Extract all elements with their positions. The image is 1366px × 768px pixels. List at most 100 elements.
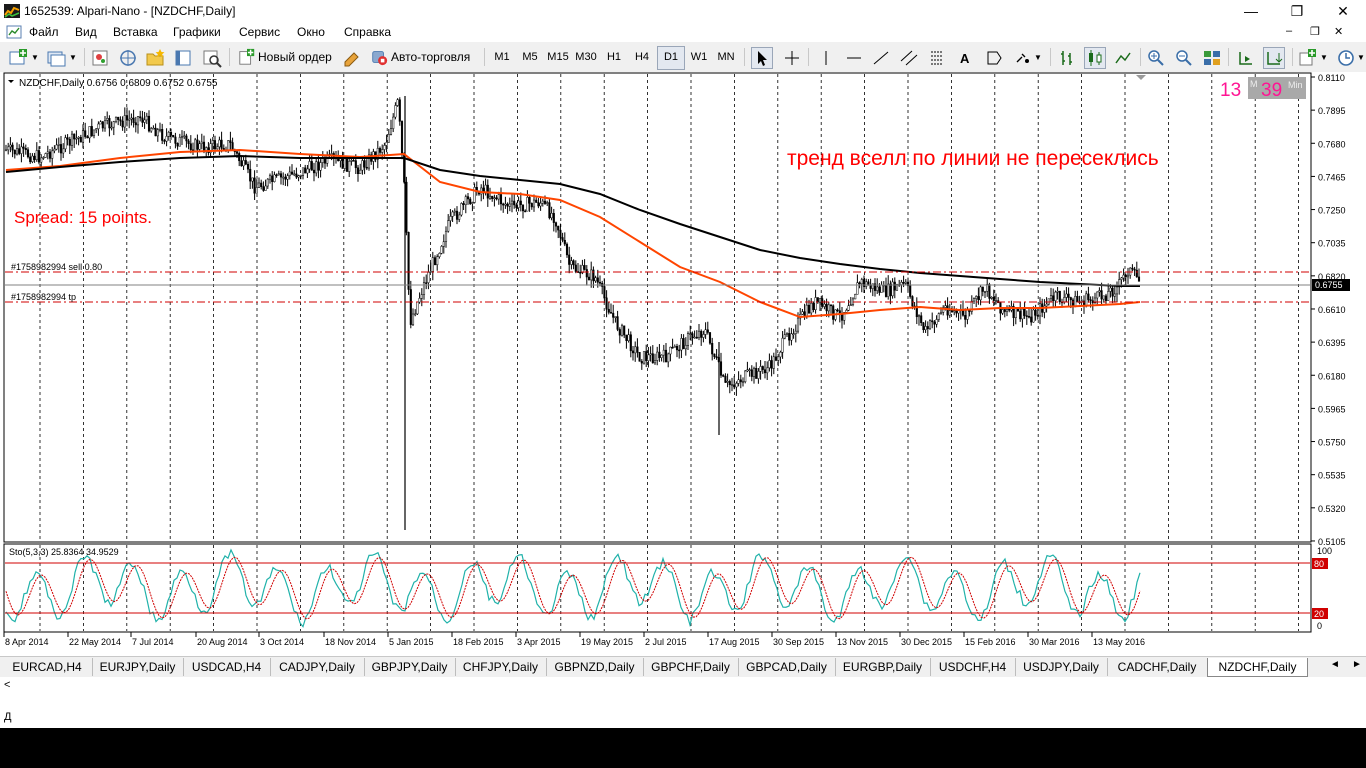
menu-tools[interactable]: Сервис xyxy=(239,25,280,39)
candlestick-chart-icon[interactable] xyxy=(1084,47,1106,69)
label-tool-icon[interactable] xyxy=(984,48,1004,68)
tab-eurjpy-daily[interactable]: EURJPY,Daily xyxy=(92,658,184,676)
tab-gbpcad-daily[interactable]: GBPCAD,Daily xyxy=(738,658,836,676)
market-watch-icon[interactable] xyxy=(90,48,110,68)
candle-body xyxy=(554,222,558,227)
tab-gbpchf-daily[interactable]: GBPCHF,Daily xyxy=(643,658,739,676)
terminal-icon[interactable] xyxy=(173,48,193,68)
dropdown-arrow-icon[interactable]: ▼ xyxy=(69,53,77,62)
cursor-icon[interactable] xyxy=(751,47,773,69)
candle-body xyxy=(893,281,896,291)
candle-body xyxy=(139,116,142,119)
mdi-restore-icon[interactable]: ❐ xyxy=(1310,25,1320,38)
timeframe-h4[interactable]: H4 xyxy=(629,46,655,68)
autotrading-button[interactable]: Авто-торговля xyxy=(368,46,478,68)
close-button[interactable]: ✕ xyxy=(1320,0,1366,22)
candle-body xyxy=(733,384,736,388)
profiles-icon[interactable] xyxy=(46,48,66,68)
candle-body xyxy=(994,300,998,302)
timeframe-m5[interactable]: M5 xyxy=(517,46,543,68)
metaeditor-icon[interactable] xyxy=(342,48,362,68)
candle-body xyxy=(220,139,223,149)
zoom-out-icon[interactable] xyxy=(1174,48,1194,68)
candle-body xyxy=(816,297,819,303)
price-chart[interactable]: #1758982994 sell 0.80 #1758982994 tp NZD… xyxy=(0,72,1366,656)
candle-body xyxy=(713,353,716,357)
tab-chfjpy-daily[interactable]: CHFJPY,Daily xyxy=(455,658,547,676)
trend-annotation: тренд вселл по линии не пересеклись xyxy=(787,147,1159,170)
candle-body xyxy=(449,216,452,221)
timeframe-mn[interactable]: MN xyxy=(713,46,739,68)
new-order-icon xyxy=(239,48,255,65)
candle-body xyxy=(634,346,637,354)
bar-chart-icon[interactable] xyxy=(1057,48,1077,68)
timeframe-d1[interactable]: D1 xyxy=(657,46,685,70)
menu-window[interactable]: Окно xyxy=(297,25,325,39)
candle-body xyxy=(1135,269,1138,278)
line-chart-icon[interactable] xyxy=(1113,48,1133,68)
text-tool-icon[interactable]: A xyxy=(960,51,969,66)
vertical-line-icon[interactable] xyxy=(816,48,836,68)
candle-body xyxy=(766,367,769,374)
tab-gbpnzd-daily[interactable]: GBPNZD,Daily xyxy=(546,658,644,676)
menu-file[interactable]: Файл xyxy=(29,25,59,39)
tab-usdjpy-daily[interactable]: USDJPY,Daily xyxy=(1015,658,1108,676)
tab-cadchf-daily[interactable]: CADCHF,Daily xyxy=(1107,658,1208,676)
zoom-in-icon[interactable] xyxy=(1146,48,1166,68)
dropdown-arrow-icon[interactable]: ▼ xyxy=(1034,53,1042,62)
favorites-folder-icon[interactable] xyxy=(145,48,165,68)
terminal-collapse-icon[interactable]: < xyxy=(4,679,10,691)
candle-body xyxy=(605,297,608,310)
timeframe-m30[interactable]: M30 xyxy=(573,46,599,68)
candle-body xyxy=(176,143,179,147)
mdi-close-icon[interactable]: ✕ xyxy=(1334,25,1343,38)
candle-body xyxy=(64,137,67,150)
menu-charts[interactable]: Графики xyxy=(173,25,221,39)
tab-eurgbp-daily[interactable]: EURGBP,Daily xyxy=(835,658,931,676)
trendline-icon[interactable] xyxy=(871,48,891,68)
candle-body xyxy=(1102,295,1105,300)
candle-body xyxy=(246,163,250,170)
timeframe-m1[interactable]: M1 xyxy=(489,46,515,68)
tab-scroll-left-icon[interactable]: ◄ xyxy=(1330,659,1340,670)
mdi-minimize-icon[interactable]: – xyxy=(1286,25,1292,37)
horizontal-line-icon[interactable] xyxy=(844,48,864,68)
autoscroll-icon[interactable] xyxy=(1263,47,1285,69)
chart-window-icon[interactable] xyxy=(6,25,22,39)
timeframe-w1[interactable]: W1 xyxy=(686,46,712,68)
navigator-icon[interactable] xyxy=(118,48,138,68)
indicators-icon[interactable] xyxy=(1298,48,1318,68)
equidistant-channel-icon[interactable] xyxy=(899,48,919,68)
chart-shift-icon[interactable] xyxy=(1236,48,1256,68)
tab-cadjpy-daily[interactable]: CADJPY,Daily xyxy=(270,658,365,676)
arrows-icon[interactable] xyxy=(1012,48,1032,68)
menu-help[interactable]: Справка xyxy=(344,25,391,39)
timeframe-m15[interactable]: M15 xyxy=(545,46,571,68)
timeframe-h1[interactable]: H1 xyxy=(601,46,627,68)
strategy-tester-icon[interactable] xyxy=(202,48,222,68)
candle-body xyxy=(647,354,650,362)
candle-body xyxy=(114,116,118,122)
crosshair-icon[interactable] xyxy=(782,48,802,68)
new-order-button[interactable]: Новый ордер xyxy=(236,46,336,68)
tab-usdcad-h4[interactable]: USDCAD,H4 xyxy=(183,658,271,676)
tab-gbpjpy-daily[interactable]: GBPJPY,Daily xyxy=(364,658,456,676)
toolbar-separator xyxy=(1228,48,1229,66)
periods-clock-icon[interactable] xyxy=(1336,48,1356,68)
tab-eurcad-h4[interactable]: EURCAD,H4 xyxy=(2,658,93,676)
candle-body xyxy=(451,211,454,217)
minimize-button[interactable]: — xyxy=(1228,0,1274,22)
chart-window[interactable]: #1758982994 sell 0.80 #1758982994 tp NZD… xyxy=(0,72,1366,656)
menu-view[interactable]: Вид xyxy=(75,25,97,39)
tab-scroll-right-icon[interactable]: ► xyxy=(1352,659,1362,670)
menu-insert[interactable]: Вставка xyxy=(113,25,158,39)
tile-windows-icon[interactable] xyxy=(1202,48,1222,68)
restore-button[interactable]: ❐ xyxy=(1274,0,1320,22)
new-chart-icon[interactable] xyxy=(8,48,28,68)
dropdown-arrow-icon[interactable]: ▼ xyxy=(1357,53,1365,62)
dropdown-arrow-icon[interactable]: ▼ xyxy=(31,53,39,62)
fibonacci-icon[interactable] xyxy=(927,48,947,68)
dropdown-arrow-icon[interactable]: ▼ xyxy=(1320,53,1328,62)
tab-usdchf-h4[interactable]: USDCHF,H4 xyxy=(930,658,1016,676)
tab-nzdchf-daily[interactable]: NZDCHF,Daily xyxy=(1207,658,1308,677)
